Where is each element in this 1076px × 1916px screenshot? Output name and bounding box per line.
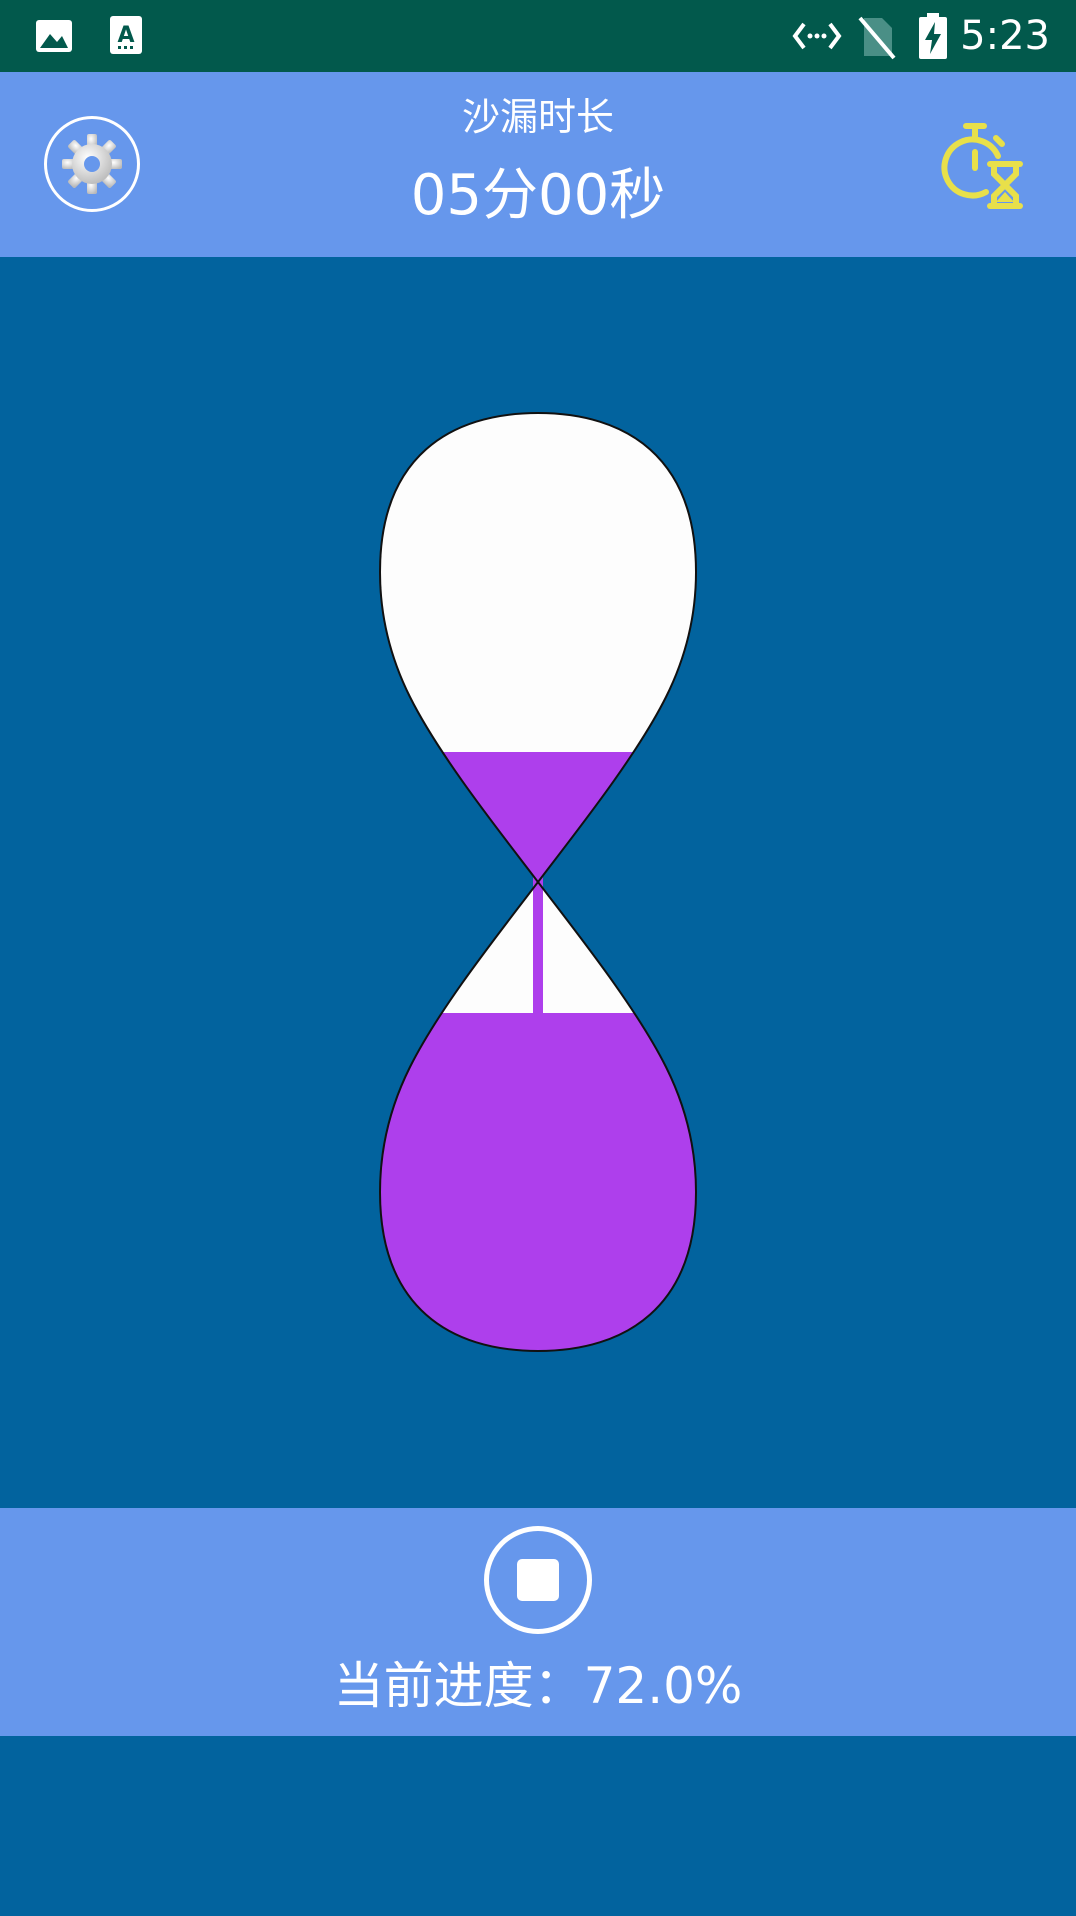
duration-title: 沙漏时长 bbox=[461, 95, 614, 139]
stop-icon bbox=[517, 1559, 559, 1601]
top-bar: 沙漏时长 05分00秒 bbox=[0, 72, 1076, 257]
progress-label: 当前进度：72.0% bbox=[333, 1657, 743, 1715]
status-time: 5:23 bbox=[960, 13, 1050, 59]
hourglass-area bbox=[0, 257, 1076, 1507]
sand-stream bbox=[533, 877, 543, 1017]
battery-charging-icon bbox=[919, 13, 947, 59]
hourglass bbox=[378, 411, 698, 1353]
image-icon bbox=[36, 20, 72, 52]
bottom-bar: 当前进度：72.0% bbox=[0, 1508, 1076, 1736]
duration-value[interactable]: 05分00秒 bbox=[0, 164, 1076, 228]
timer-button[interactable] bbox=[936, 116, 1032, 212]
svg-text:A: A bbox=[117, 23, 134, 48]
code-icon bbox=[792, 22, 842, 50]
top-sand bbox=[380, 752, 696, 882]
stopwatch-hourglass-icon bbox=[941, 123, 1023, 209]
no-sim-icon bbox=[858, 16, 896, 60]
status-bar: A 5:23 bbox=[0, 0, 1076, 72]
text-a-icon: A bbox=[110, 16, 142, 54]
stop-button[interactable] bbox=[484, 1526, 592, 1634]
